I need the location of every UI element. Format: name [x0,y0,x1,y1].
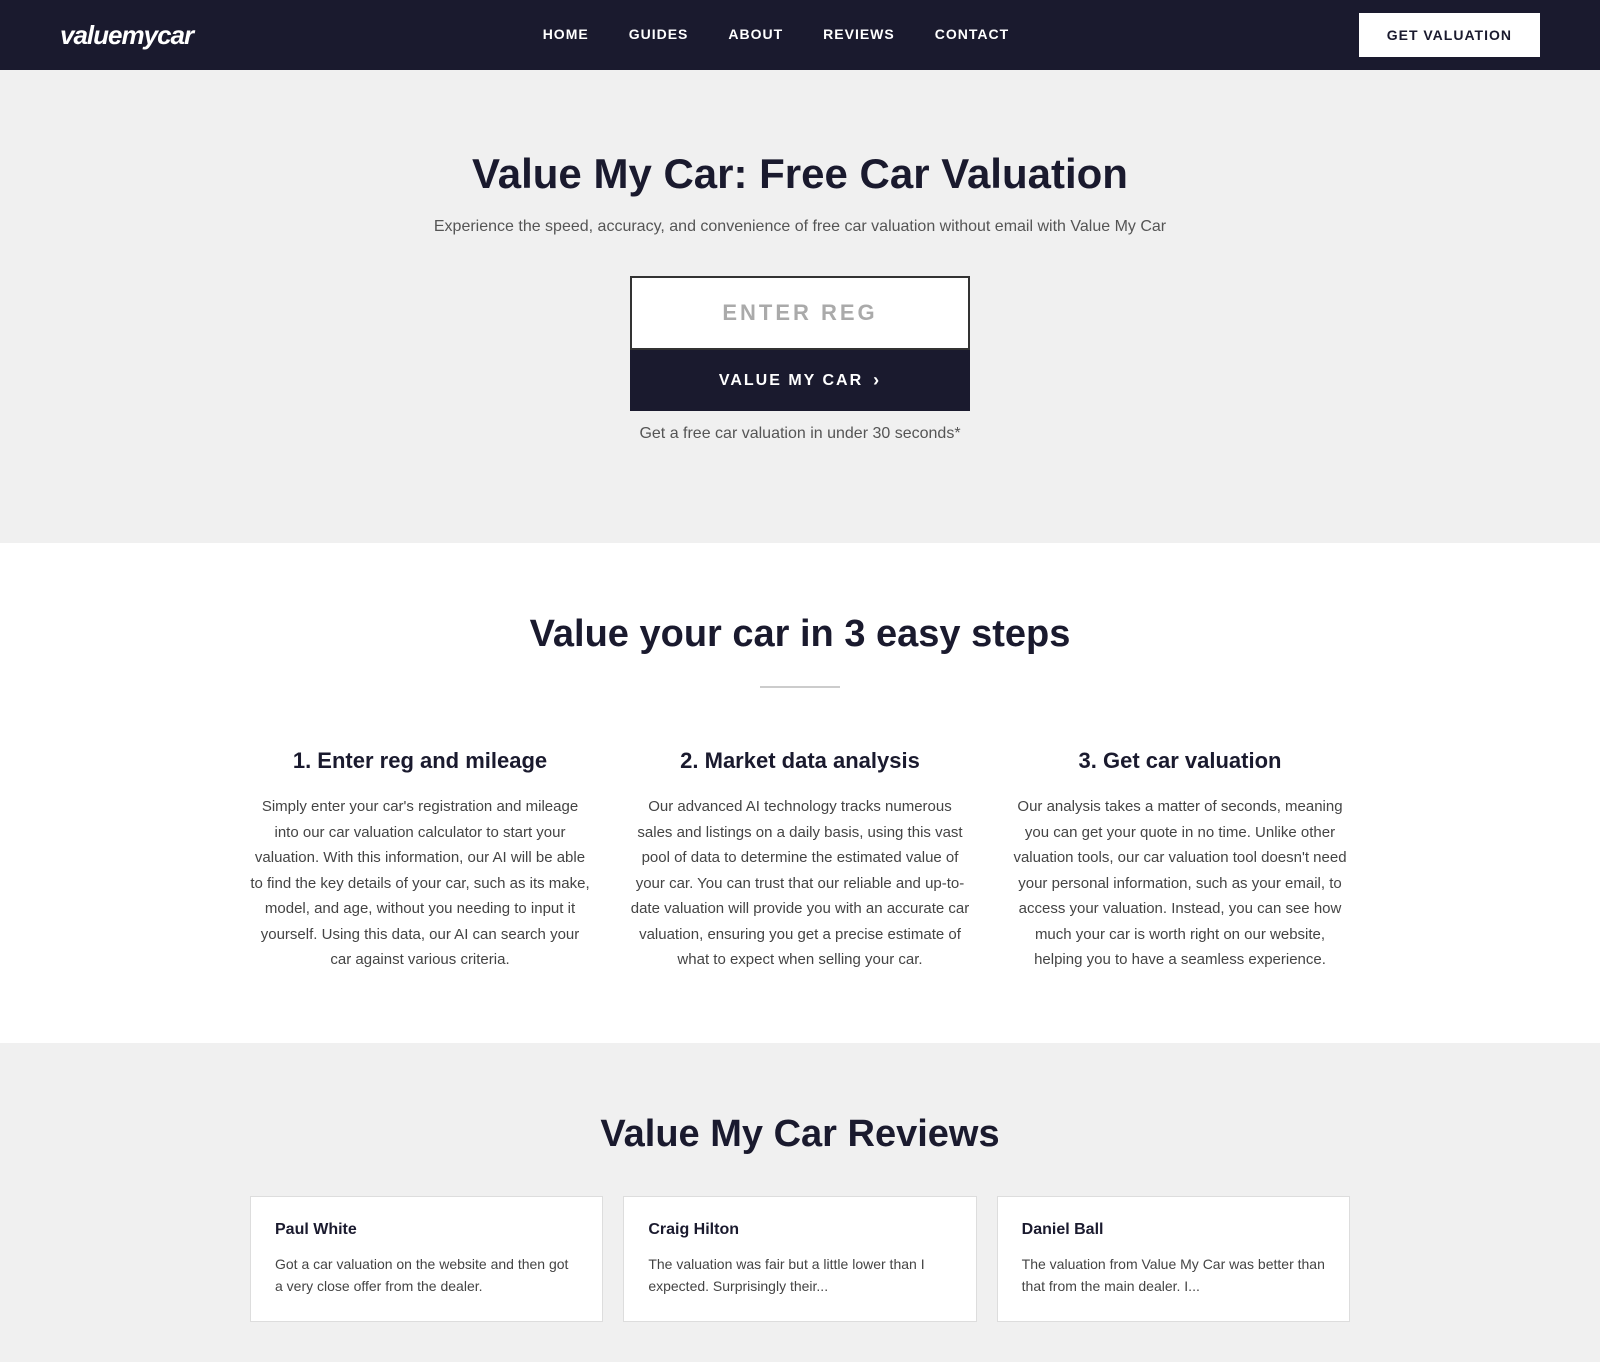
step-3-title: 3. Get car valuation [1010,748,1350,774]
step-2-title: 2. Market data analysis [630,748,970,774]
reviews-section: Value My Car Reviews Paul White Got a ca… [0,1043,1600,1362]
nav-item-guides[interactable]: GUIDES [629,26,689,42]
nav-item-home[interactable]: HOME [543,26,589,42]
step-1-title: 1. Enter reg and mileage [250,748,590,774]
review-card-1: Paul White Got a car valuation on the we… [250,1196,603,1323]
reviews-title: Value My Car Reviews [80,1113,1520,1156]
review-3-text: The valuation from Value My Car was bett… [1022,1253,1325,1298]
nav-logo[interactable]: valuemycar [60,20,193,51]
review-card-3: Daniel Ball The valuation from Value My … [997,1196,1350,1323]
step-3: 3. Get car valuation Our analysis takes … [1010,748,1350,973]
step-2-description: Our advanced AI technology tracks numero… [630,794,970,973]
step-1-description: Simply enter your car's registration and… [250,794,590,973]
hero-title: Value My Car: Free Car Valuation [20,150,1580,198]
arrow-icon: › [873,370,881,391]
nav-item-reviews[interactable]: REVIEWS [823,26,895,42]
steps-section: Value your car in 3 easy steps 1. Enter … [0,543,1600,1043]
step-1: 1. Enter reg and mileage Simply enter yo… [250,748,590,973]
review-1-text: Got a car valuation on the website and t… [275,1253,578,1298]
steps-grid: 1. Enter reg and mileage Simply enter yo… [250,748,1350,973]
reg-input[interactable] [630,276,970,350]
value-my-car-button[interactable]: VALUE MY CAR › [630,350,970,411]
nav-links: HOME GUIDES ABOUT REVIEWS CONTACT [543,26,1009,44]
review-3-name: Daniel Ball [1022,1221,1325,1239]
reviews-grid: Paul White Got a car valuation on the we… [250,1196,1350,1323]
step-3-description: Our analysis takes a matter of seconds, … [1010,794,1350,973]
review-card-2: Craig Hilton The valuation was fair but … [623,1196,976,1323]
hero-note: Get a free car valuation in under 30 sec… [20,425,1580,443]
review-2-text: The valuation was fair but a little lowe… [648,1253,951,1298]
steps-divider [760,686,840,688]
steps-title: Value your car in 3 easy steps [80,613,1520,656]
hero-section: Value My Car: Free Car Valuation Experie… [0,70,1600,543]
nav-item-contact[interactable]: CONTACT [935,26,1009,42]
navbar: valuemycar HOME GUIDES ABOUT REVIEWS CON… [0,0,1600,70]
value-my-car-label: VALUE MY CAR [719,372,863,390]
get-valuation-button[interactable]: GET VALUATION [1359,13,1540,57]
nav-item-about[interactable]: ABOUT [728,26,783,42]
review-2-name: Craig Hilton [648,1221,951,1239]
step-2: 2. Market data analysis Our advanced AI … [630,748,970,973]
hero-subtitle: Experience the speed, accuracy, and conv… [20,218,1580,236]
review-1-name: Paul White [275,1221,578,1239]
